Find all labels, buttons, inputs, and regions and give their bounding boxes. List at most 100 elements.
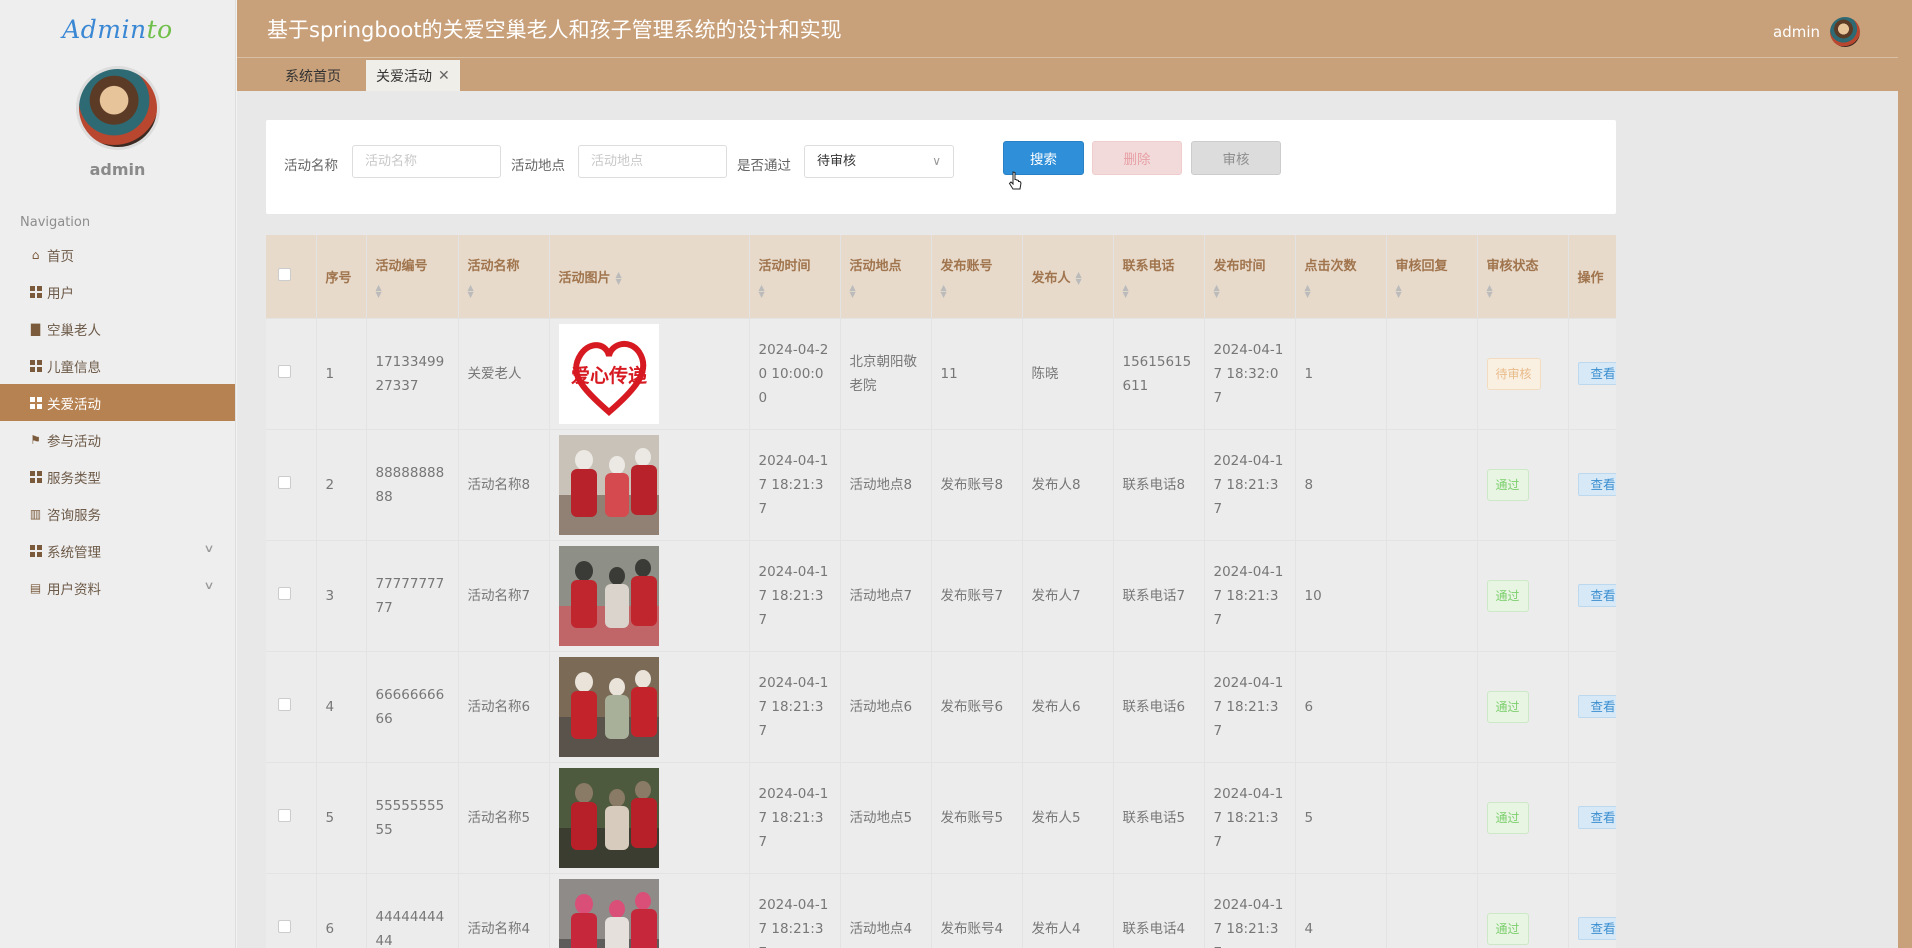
cell-clicks: 6 xyxy=(1295,650,1387,762)
col-image[interactable]: 活动图片 ▲ ▼ xyxy=(549,235,750,318)
cell-image xyxy=(549,761,750,873)
sidebar-item-home[interactable]: ⌂ 首页 xyxy=(0,236,235,273)
sidebar-item-join-activity[interactable]: ⚑ 参与活动 xyxy=(0,421,235,458)
pass-label: 是否通过 xyxy=(737,158,791,174)
table-row[interactable]: 3 7777777777 活动名称7 2024-04-17 18:21:37 活… xyxy=(266,539,1616,651)
table-row[interactable]: 4 6666666666 活动名称6 2024-04-17 18:21:37 活… xyxy=(266,650,1616,762)
avatar xyxy=(1830,17,1860,47)
col-place[interactable]: 活动地点 ▲ ▼ xyxy=(840,235,932,318)
sort-icon[interactable]: ▲ ▼ xyxy=(1214,283,1295,298)
search-button[interactable]: 搜索 xyxy=(1003,141,1084,175)
activity-image: 爱心传递 xyxy=(558,323,659,424)
cell-index: 3 xyxy=(316,539,367,651)
activity-image xyxy=(558,656,659,757)
cell-time: 2024-04-17 18:21:37 xyxy=(749,761,841,873)
table-row[interactable]: 2 8888888888 活动名称8 2024-04-17 18:21:37 活… xyxy=(266,428,1616,540)
table-row[interactable]: 6 4444444444 活动名称4 2024-04-17 18:21:37 活… xyxy=(266,872,1616,948)
view-button[interactable]: 查看 xyxy=(1577,361,1616,385)
cell-account: 发布账号8 xyxy=(931,428,1023,540)
col-reply[interactable]: 审核回复 ▲ ▼ xyxy=(1386,235,1478,318)
sidebar-item-service-type[interactable]: 服务类型 xyxy=(0,458,235,495)
sort-icon[interactable]: ▲ ▼ xyxy=(616,271,622,286)
col-pub-time[interactable]: 发布时间 ▲ ▼ xyxy=(1204,235,1296,318)
scrollbar[interactable] xyxy=(1898,0,1912,948)
cell-phone: 15615615611 xyxy=(1113,317,1205,429)
cell-publisher: 发布人8 xyxy=(1022,428,1114,540)
col-code[interactable]: 活动编号 ▲ ▼ xyxy=(366,235,459,318)
activity-place-input[interactable] xyxy=(578,145,727,178)
row-checkbox[interactable] xyxy=(278,919,291,933)
row-checkbox[interactable] xyxy=(278,697,291,711)
col-index: 序号 xyxy=(316,235,367,318)
brand-logo[interactable]: Admin to xyxy=(0,0,235,58)
sidebar-item-consult[interactable]: ▥ 咨询服务 xyxy=(0,495,235,532)
cell-name: 活动名称7 xyxy=(458,539,550,651)
nav-title: Navigation xyxy=(20,215,91,230)
select-all-checkbox[interactable] xyxy=(278,267,291,281)
col-phone[interactable]: 联系电话 ▲ ▼ xyxy=(1113,235,1205,318)
sidebar-item-users[interactable]: 用户 xyxy=(0,273,235,310)
col-actions: 操作 xyxy=(1568,235,1616,318)
cell-name: 活动名称4 xyxy=(458,872,550,948)
audit-button[interactable]: 审核 xyxy=(1191,141,1281,175)
name-label: 活动名称 xyxy=(284,158,338,174)
sort-icon[interactable]: ▲ ▼ xyxy=(850,283,931,298)
user-menu[interactable]: admin xyxy=(1773,17,1860,47)
sort-icon[interactable]: ▲ ▼ xyxy=(1123,283,1204,298)
view-button[interactable]: 查看 xyxy=(1577,805,1616,829)
sidebar-item-profile[interactable]: ▤ 用户资料 ∨ xyxy=(0,569,235,606)
sidebar-item-system[interactable]: 系统管理 ∨ xyxy=(0,532,235,569)
cell-time: 2024-04-17 18:21:37 xyxy=(749,539,841,651)
activity-table: 序号 活动编号 ▲ ▼ 活动名称 ▲ ▼ 活动图片 ▲ ▼ 活动时间 ▲ ▼ 活动地点 ▲ ▼ 发布… xyxy=(266,235,1616,948)
avatar[interactable] xyxy=(75,66,160,150)
sort-icon[interactable]: ▲ ▼ xyxy=(1305,283,1386,298)
grid-icon xyxy=(29,470,42,483)
view-button[interactable]: 查看 xyxy=(1577,916,1616,940)
table-row[interactable]: 5 5555555555 活动名称5 2024-04-17 18:21:37 活… xyxy=(266,761,1616,873)
col-account[interactable]: 发布账号 ▲ ▼ xyxy=(931,235,1023,318)
sort-icon[interactable]: ▲ ▼ xyxy=(1487,283,1568,298)
cell-index: 1 xyxy=(316,317,367,429)
row-checkbox[interactable] xyxy=(278,364,291,378)
sidebar-item-children[interactable]: 儿童信息 xyxy=(0,347,235,384)
row-checkbox[interactable] xyxy=(278,475,291,489)
sidebar: Admin to admin Navigation ⌂ 首页 用户 ▇ 空巢老人 儿童… xyxy=(0,0,236,948)
row-checkbox[interactable] xyxy=(278,808,291,822)
col-status[interactable]: 审核状态 ▲ ▼ xyxy=(1477,235,1569,318)
col-clicks[interactable]: 点击次数 ▲ ▼ xyxy=(1295,235,1387,318)
grid-icon xyxy=(29,544,42,557)
row-checkbox[interactable] xyxy=(278,586,291,600)
status-badge: 通过 xyxy=(1486,690,1529,723)
view-button[interactable]: 查看 xyxy=(1577,694,1616,718)
col-time[interactable]: 活动时间 ▲ ▼ xyxy=(749,235,841,318)
cell-code: 5555555555 xyxy=(366,761,459,873)
table-row[interactable]: 1 1713349927337 关爱老人 爱心传递 2024-04-20 10:… xyxy=(266,317,1616,429)
status-badge: 通过 xyxy=(1486,801,1529,834)
col-name[interactable]: 活动名称 ▲ ▼ xyxy=(458,235,550,318)
activity-name-input[interactable] xyxy=(352,145,501,178)
delete-button[interactable]: 删除 xyxy=(1092,141,1182,175)
cell-index: 6 xyxy=(316,872,367,948)
sidebar-nav: ⌂ 首页 用户 ▇ 空巢老人 儿童信息 关爱活动 ⚑ 参与活动 服务类型 ▥ 咨询服务 … xyxy=(0,236,235,606)
cell-clicks: 5 xyxy=(1295,761,1387,873)
sort-icon[interactable]: ▲ ▼ xyxy=(759,283,840,298)
sidebar-item-elderly[interactable]: ▇ 空巢老人 xyxy=(0,310,235,347)
cell-time: 2024-04-20 10:00:00 xyxy=(749,317,841,429)
cell-time: 2024-04-17 18:21:37 xyxy=(749,872,841,948)
tab-care-activity[interactable]: 关爱活动 ✕ xyxy=(366,60,460,92)
sort-icon[interactable]: ▲ ▼ xyxy=(1396,283,1477,298)
sort-icon[interactable]: ▲ ▼ xyxy=(941,283,1022,298)
cell-actions: 查看删除 xyxy=(1568,872,1616,948)
sort-icon[interactable]: ▲ ▼ xyxy=(468,283,549,298)
view-button[interactable]: 查看 xyxy=(1577,472,1616,496)
close-icon[interactable]: ✕ xyxy=(438,68,450,84)
sidebar-item-care-activity[interactable]: 关爱活动 xyxy=(0,384,235,421)
pass-select[interactable]: 待审核 ∨ xyxy=(804,145,954,178)
cell-phone: 联系电话8 xyxy=(1113,428,1205,540)
tab-home[interactable]: 系统首页 xyxy=(275,60,351,92)
view-button[interactable]: 查看 xyxy=(1577,583,1616,607)
cell-name: 活动名称6 xyxy=(458,650,550,762)
col-publisher[interactable]: 发布人 ▲ ▼ xyxy=(1022,235,1114,318)
sort-icon[interactable]: ▲ ▼ xyxy=(1076,271,1082,286)
sort-icon[interactable]: ▲ ▼ xyxy=(376,283,458,298)
